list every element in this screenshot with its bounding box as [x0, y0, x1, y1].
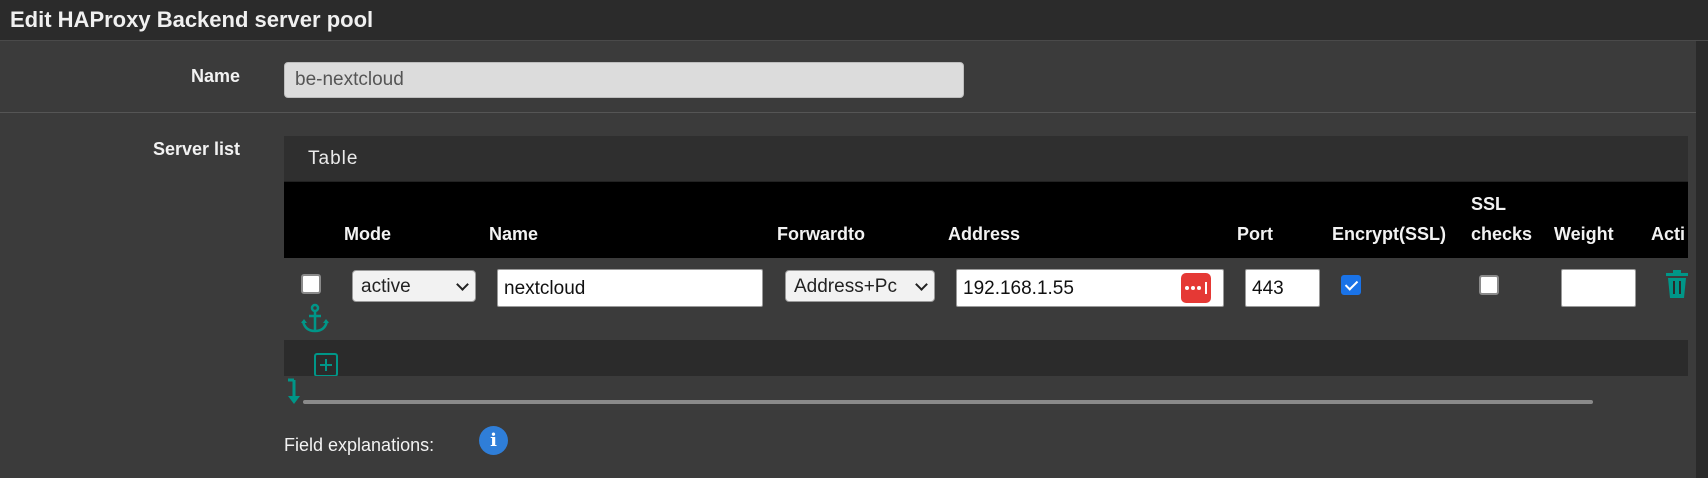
table-heading-label: Table: [308, 148, 359, 169]
trash-icon[interactable]: [1666, 270, 1688, 298]
field-explanations-label: Field explanations:: [284, 435, 435, 455]
col-encrypt-ssl: Encrypt(SSL): [1332, 224, 1447, 244]
port-input[interactable]: 443: [1245, 269, 1320, 307]
forwardto-select[interactable]: Address+Pc: [785, 270, 935, 302]
name-input: be-nextcloud: [284, 62, 964, 98]
password-manager-icon[interactable]: [1181, 273, 1211, 303]
col-forwardto: Forwardto: [777, 224, 865, 244]
server-name-input[interactable]: nextcloud: [497, 269, 763, 307]
col-actions: Acti: [1651, 224, 1686, 244]
chevron-down-icon: [915, 278, 928, 291]
col-mode: Mode: [344, 224, 391, 244]
server-list-label: Server list: [152, 139, 240, 159]
move-down-icon[interactable]: [286, 378, 302, 406]
address-value: 192.168.1.55: [963, 278, 1074, 299]
col-ssl-checks-line1: SSL: [1471, 194, 1507, 214]
vertical-scrollbar[interactable]: [1696, 41, 1708, 478]
info-icon[interactable]: i: [479, 426, 508, 455]
mode-select[interactable]: active: [352, 270, 476, 302]
col-port: Port: [1237, 224, 1273, 244]
col-weight: Weight: [1554, 224, 1614, 244]
weight-input[interactable]: [1561, 269, 1636, 307]
col-address: Address: [948, 224, 1021, 244]
table-heading: Table: [284, 136, 1688, 182]
panel-title: Edit HAProxy Backend server pool: [10, 7, 374, 32]
chevron-down-icon: [456, 278, 469, 291]
name-label: Name: [190, 66, 240, 86]
table-footer: [284, 376, 1688, 411]
row-divider: [0, 112, 1696, 113]
table-header-row: Mode Name Forwardto Address Port Encrypt…: [284, 182, 1688, 258]
forwardto-select-value: Address+Pc: [794, 276, 897, 297]
encrypt-ssl-checkbox[interactable]: [1341, 275, 1361, 295]
mode-select-value: active: [361, 276, 411, 297]
horizontal-scrollbar[interactable]: [303, 400, 1593, 404]
add-row-icon[interactable]: [314, 353, 338, 377]
panel-header: Edit HAProxy Backend server pool: [0, 0, 1708, 41]
anchor-icon[interactable]: [299, 302, 331, 334]
ssl-checks-checkbox[interactable]: [1479, 275, 1499, 295]
col-ssl-checks-line2: checks: [1471, 224, 1533, 244]
add-row-strip: [284, 340, 1688, 376]
row-select-checkbox[interactable]: [301, 274, 321, 294]
col-name: Name: [489, 224, 539, 244]
